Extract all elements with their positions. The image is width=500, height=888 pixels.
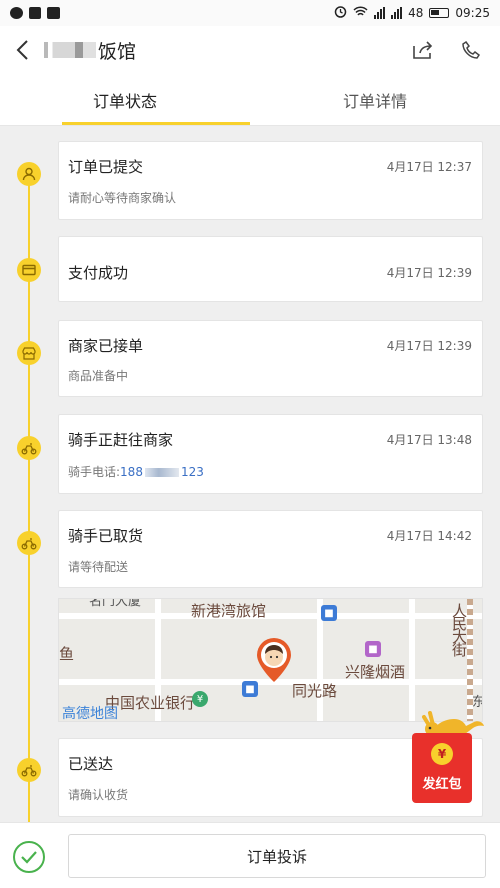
user-icon	[22, 167, 36, 181]
tab-bar: 订单状态 订单详情	[0, 74, 500, 126]
map-label: 新港湾旅馆	[191, 602, 267, 620]
status-subtitle: 商品准备中	[68, 369, 129, 383]
share-icon	[413, 41, 433, 59]
redacted-name	[44, 42, 96, 58]
status-card: 骑手正赶往商家 4月17日 13:48 骑手电话:188 123	[58, 414, 483, 494]
status-title: 订单已提交	[68, 158, 144, 176]
redacted-phone	[144, 468, 179, 477]
status-time: 4月17日 14:42	[386, 529, 472, 543]
confirm-received-button[interactable]	[13, 841, 45, 873]
status-subtitle: 请耐心等待商家确认	[68, 191, 177, 205]
status-title: 商家已接单	[68, 337, 144, 355]
wifi-icon	[353, 5, 368, 21]
rider-phone-row: 骑手电话:188 123	[68, 463, 204, 480]
status-time: 4月17日 12:39	[386, 339, 472, 353]
status-title: 骑手已取货	[68, 527, 144, 545]
alarm-icon	[334, 5, 347, 21]
status-title: 支付成功	[68, 264, 129, 282]
rider-phone-label: 骑手电话:	[68, 465, 121, 479]
bank-icon: ¥	[192, 691, 208, 707]
rider-icon	[21, 537, 37, 549]
status-card: 支付成功 4月17日 12:39	[58, 236, 483, 302]
call-button[interactable]	[460, 39, 482, 61]
image-notification-icon	[47, 7, 60, 19]
timeline-node	[17, 258, 41, 282]
timeline-node	[17, 341, 41, 365]
red-packet-label: 发红包	[422, 777, 462, 792]
status-time: 4月17日 12:39	[386, 266, 472, 280]
bus-stop-icon: ■	[321, 605, 337, 621]
status-card: 骑手已取货 4月17日 14:42 请等待配送	[58, 510, 483, 588]
signal-icon	[374, 7, 386, 19]
timeline-node	[17, 162, 41, 186]
rider-icon	[21, 764, 37, 776]
battery-level: 48	[408, 6, 424, 20]
status-bar-right: 48 09:25	[334, 5, 490, 21]
phone-icon	[462, 40, 481, 59]
status-bar: 48 09:25	[0, 0, 500, 26]
shop-name: 饭馆	[98, 40, 137, 63]
map-label: 兴隆烟酒	[345, 663, 406, 681]
status-subtitle: 请确认收货	[68, 788, 129, 802]
rider-location-pin-icon	[257, 638, 291, 682]
status-bar-left	[10, 7, 60, 19]
status-time: 4月17日 13:48	[386, 433, 472, 447]
map-road	[409, 599, 415, 721]
status-title: 已送达	[68, 755, 114, 773]
status-title: 骑手正赶往商家	[68, 431, 174, 449]
status-card: 订单已提交 4月17日 12:37 请耐心等待商家确认	[58, 141, 483, 220]
status-card: 商家已接单 4月17日 12:39 商品准备中	[58, 320, 483, 397]
app-notification-icon	[29, 7, 41, 19]
status-time: 4月17日 12:37	[386, 160, 472, 174]
back-button[interactable]	[0, 26, 44, 74]
rider-phone-prefix: 188	[120, 465, 143, 479]
shop-icon: ■	[365, 641, 381, 657]
check-icon	[21, 851, 37, 864]
rider-phone-suffix: 123	[180, 465, 204, 479]
signal-2-icon	[391, 7, 403, 19]
map-label: 人民大街	[450, 603, 468, 655]
store-icon	[22, 346, 36, 360]
rider-icon	[21, 442, 37, 454]
rider-map[interactable]: 名门大厦 新港湾旅馆 鱼 中国农业银行 同光路 兴隆烟酒 人民大街 东 高德地图…	[58, 598, 483, 722]
header: 饭馆	[0, 26, 500, 74]
chevron-left-icon	[16, 40, 28, 60]
timeline-node	[17, 531, 41, 555]
tab-order-status[interactable]: 订单状态	[0, 74, 250, 125]
coin-icon: ¥	[431, 743, 453, 765]
order-complaint-button[interactable]: 订单投诉	[68, 834, 486, 878]
map-label: 中国农业银行	[105, 694, 196, 712]
battery-icon	[429, 8, 450, 18]
map-label: 名门大厦	[89, 598, 142, 609]
page-title: 饭馆	[44, 37, 412, 64]
map-road	[59, 613, 482, 619]
red-packet-body: ¥ 发红包	[412, 733, 472, 803]
map-label: 同光路	[292, 682, 338, 700]
timeline-node	[17, 758, 41, 782]
share-button[interactable]	[412, 39, 434, 61]
clock: 09:25	[455, 6, 490, 20]
red-packet-button[interactable]: ¥ 发红包	[410, 705, 488, 805]
timeline-node	[17, 436, 41, 460]
rider-phone-link[interactable]: 188 123	[120, 465, 204, 479]
notification-icon	[10, 7, 23, 19]
map-label: 鱼	[59, 645, 75, 663]
bottom-bar: 订单投诉	[0, 822, 500, 888]
payment-card-icon	[22, 264, 36, 276]
tab-order-details[interactable]: 订单详情	[250, 74, 500, 125]
status-subtitle: 请等待配送	[68, 560, 129, 574]
map-provider-logo: 高德地图	[62, 706, 118, 722]
